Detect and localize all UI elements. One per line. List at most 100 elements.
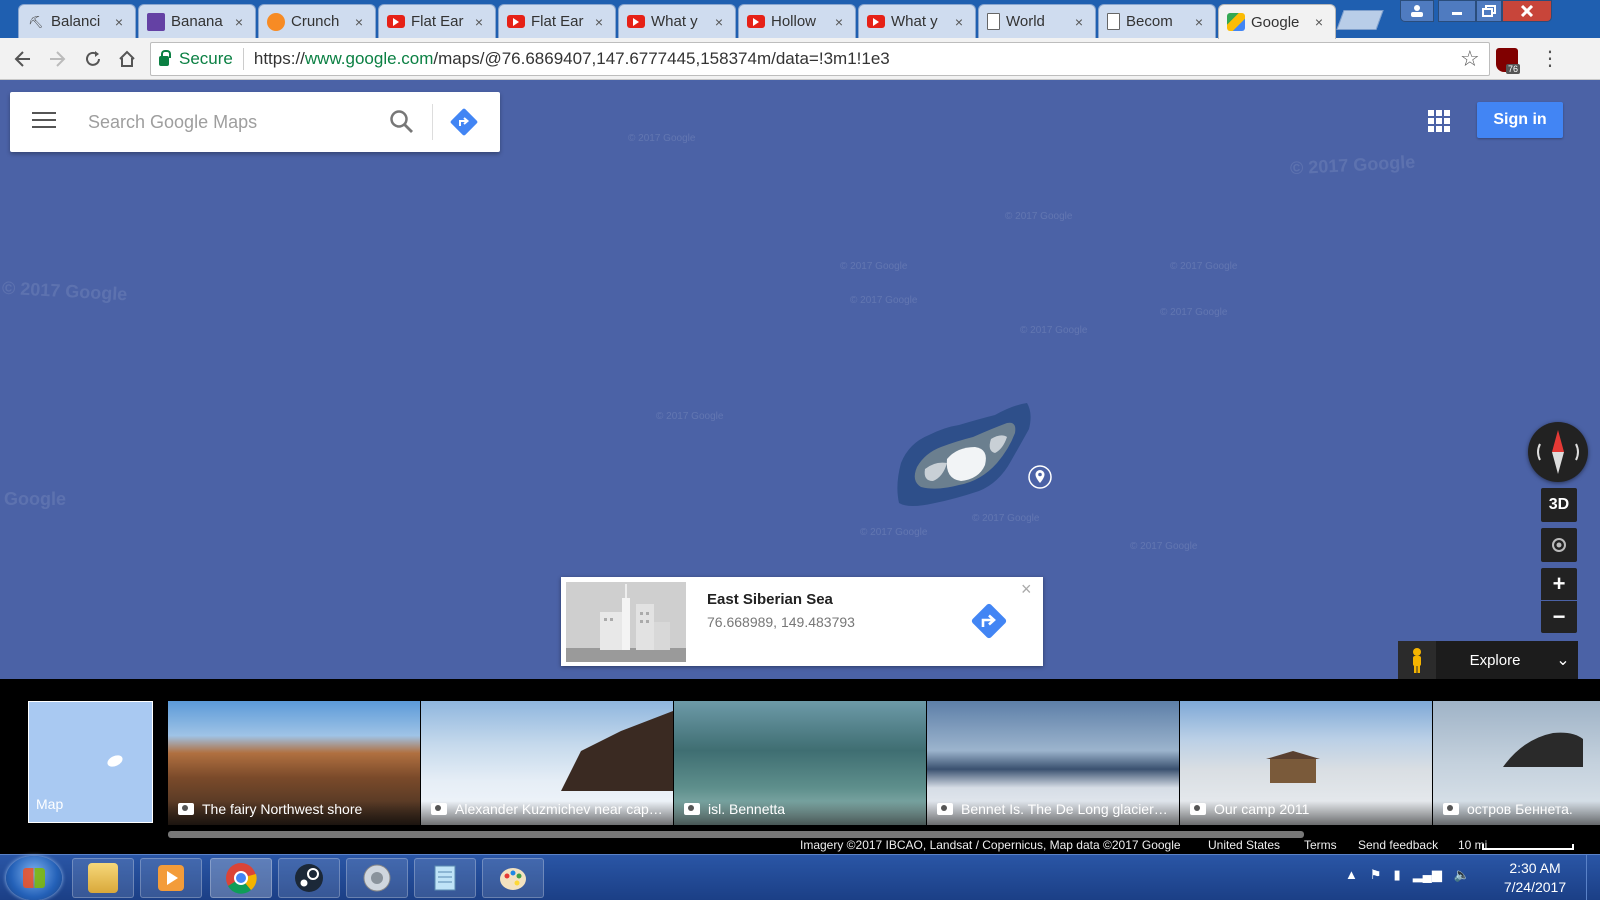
clock-date: 7/24/2017 xyxy=(1503,879,1567,895)
my-location-button[interactable] xyxy=(1541,528,1577,562)
photo-card[interactable]: Bennet Is. The De Long glacier is... xyxy=(927,701,1179,825)
reload-icon xyxy=(86,51,100,66)
photo-card[interactable]: isl. Bennetta xyxy=(674,701,926,825)
photo-card[interactable]: остров Беннета. xyxy=(1433,701,1600,825)
url-text[interactable]: https://www.google.com/maps/@76.6869407,… xyxy=(244,49,890,69)
photo-card[interactable]: Our camp 2011 xyxy=(1180,701,1432,825)
close-window-button[interactable] xyxy=(1502,0,1552,22)
tab-hollow[interactable]: Hollow × xyxy=(738,4,856,38)
forward-button[interactable] xyxy=(44,46,70,72)
tab-balanci[interactable]: ⛏ Balanci × xyxy=(18,4,136,38)
send-feedback-link[interactable]: Send feedback xyxy=(1358,838,1438,852)
photo-strip: Map The fairy Northwest shore Alexander … xyxy=(0,679,1600,854)
tab-close-icon[interactable]: × xyxy=(1311,14,1327,30)
chrome-menu-icon[interactable]: ⋮ xyxy=(1540,46,1560,71)
tilt-3d-button[interactable]: 3D xyxy=(1541,488,1577,522)
photo-card[interactable]: The fairy Northwest shore xyxy=(168,701,420,825)
profile-button[interactable] xyxy=(1400,0,1434,22)
directions-icon[interactable] xyxy=(450,108,478,136)
map-watermark: © 2017 Google xyxy=(1289,151,1416,179)
explorer-taskbar-button[interactable] xyxy=(72,858,134,898)
windows-taskbar: ▲ ⚑ ▮ ▂▄▆ 🔈 2:30 AM 7/24/2017 xyxy=(0,854,1600,900)
pegman-icon[interactable] xyxy=(1398,641,1436,679)
map-watermark: © 2017 Google xyxy=(656,411,724,422)
terms-link[interactable]: Terms xyxy=(1304,838,1337,852)
tab-flat-earth-1[interactable]: Flat Ear × xyxy=(378,4,496,38)
map-view-thumbnail[interactable]: Map xyxy=(28,701,153,823)
tab-google-maps[interactable]: Google × xyxy=(1218,4,1336,39)
action-center-flag-icon[interactable]: ⚑ xyxy=(1370,867,1382,883)
network-signal-icon[interactable]: ▂▄▆ xyxy=(1413,867,1442,883)
compass-icon[interactable] xyxy=(1528,422,1588,482)
region-link[interactable]: United States xyxy=(1208,838,1280,852)
bennett-island[interactable] xyxy=(895,403,1045,523)
home-button[interactable] xyxy=(114,46,140,72)
sign-in-button[interactable]: Sign in xyxy=(1477,102,1563,138)
volume-icon[interactable]: 🔈 xyxy=(1454,867,1470,883)
chrome-icon xyxy=(226,863,257,894)
secure-indicator[interactable]: Secure xyxy=(151,48,244,70)
photo-card[interactable]: Alexander Kuzmichev near cape ... xyxy=(421,701,673,825)
back-button[interactable] xyxy=(10,46,36,72)
map-watermark: © 2017 Google xyxy=(1020,325,1088,336)
map-watermark: © 2017 Google xyxy=(860,527,928,538)
minimize-button[interactable] xyxy=(1438,0,1476,22)
close-card-button[interactable]: × xyxy=(1021,579,1032,600)
close-icon xyxy=(1520,5,1534,17)
address-bar[interactable]: Secure https://www.google.com/maps/@76.6… xyxy=(150,42,1490,76)
tab-close-icon[interactable]: × xyxy=(231,14,247,30)
tab-what-you-1[interactable]: What y × xyxy=(618,4,736,38)
notepad-taskbar-button[interactable] xyxy=(414,858,476,898)
menu-hamburger-icon[interactable] xyxy=(32,112,56,130)
speaker-app-taskbar-button[interactable] xyxy=(346,858,408,898)
chevron-down-icon[interactable]: ⌄ xyxy=(1548,650,1578,670)
tab-close-icon[interactable]: × xyxy=(951,14,967,30)
media-player-taskbar-button[interactable] xyxy=(140,858,202,898)
new-tab-button[interactable] xyxy=(1336,10,1384,30)
tray-expand-icon[interactable]: ▲ xyxy=(1345,867,1358,883)
photo-caption: Our camp 2011 xyxy=(1180,801,1432,825)
photo-caption: остров Беннета. xyxy=(1433,801,1600,825)
street-thumbnail[interactable] xyxy=(566,582,686,662)
search-input[interactable] xyxy=(88,106,368,138)
reload-button[interactable] xyxy=(80,46,106,72)
tab-close-icon[interactable]: × xyxy=(111,14,127,30)
bookmark-star-icon[interactable]: ☆ xyxy=(1460,46,1480,72)
tab-banana[interactable]: Banana × xyxy=(138,4,256,38)
search-icon[interactable] xyxy=(388,108,416,136)
youtube-icon xyxy=(867,15,885,28)
show-desktop-button[interactable] xyxy=(1586,855,1600,900)
youtube-icon xyxy=(627,15,645,28)
tab-world[interactable]: World × xyxy=(978,4,1096,38)
start-button[interactable] xyxy=(6,856,62,900)
tab-flat-earth-2[interactable]: Flat Ear × xyxy=(498,4,616,38)
battery-icon[interactable]: ▮ xyxy=(1394,867,1401,883)
map-pin-icon[interactable] xyxy=(1028,465,1052,491)
url-scheme: https:// xyxy=(253,49,305,68)
taskbar-clock[interactable]: 2:30 AM 7/24/2017 xyxy=(1490,859,1580,897)
zoom-in-button[interactable]: + xyxy=(1541,568,1577,600)
tab-close-icon[interactable]: × xyxy=(591,14,607,30)
tab-crunchyroll[interactable]: Crunch × xyxy=(258,4,376,38)
tab-close-icon[interactable]: × xyxy=(711,14,727,30)
directions-icon[interactable] xyxy=(969,601,1009,641)
explore-bar[interactable]: Explore ⌄ xyxy=(1398,641,1578,679)
tab-close-icon[interactable]: × xyxy=(831,14,847,30)
maximize-button[interactable] xyxy=(1476,0,1502,22)
scale-bar[interactable] xyxy=(1482,844,1574,850)
chrome-taskbar-button[interactable] xyxy=(210,858,272,898)
tab-what-you-2[interactable]: What y × xyxy=(858,4,976,38)
steam-taskbar-button[interactable] xyxy=(278,858,340,898)
tab-title: Crunch xyxy=(291,13,340,30)
tab-close-icon[interactable]: × xyxy=(1191,14,1207,30)
tab-close-icon[interactable]: × xyxy=(1071,14,1087,30)
zoom-out-button[interactable]: − xyxy=(1541,601,1577,633)
explore-label: Explore xyxy=(1469,651,1521,669)
tab-close-icon[interactable]: × xyxy=(471,14,487,30)
tab-become[interactable]: Becom × xyxy=(1098,4,1216,38)
google-apps-icon[interactable] xyxy=(1428,110,1450,132)
paint-taskbar-button[interactable] xyxy=(482,858,544,898)
tab-close-icon[interactable]: × xyxy=(351,14,367,30)
restore-icon xyxy=(1482,5,1496,17)
place-info-card[interactable]: East Siberian Sea 76.668989, 149.483793 … xyxy=(561,577,1043,666)
